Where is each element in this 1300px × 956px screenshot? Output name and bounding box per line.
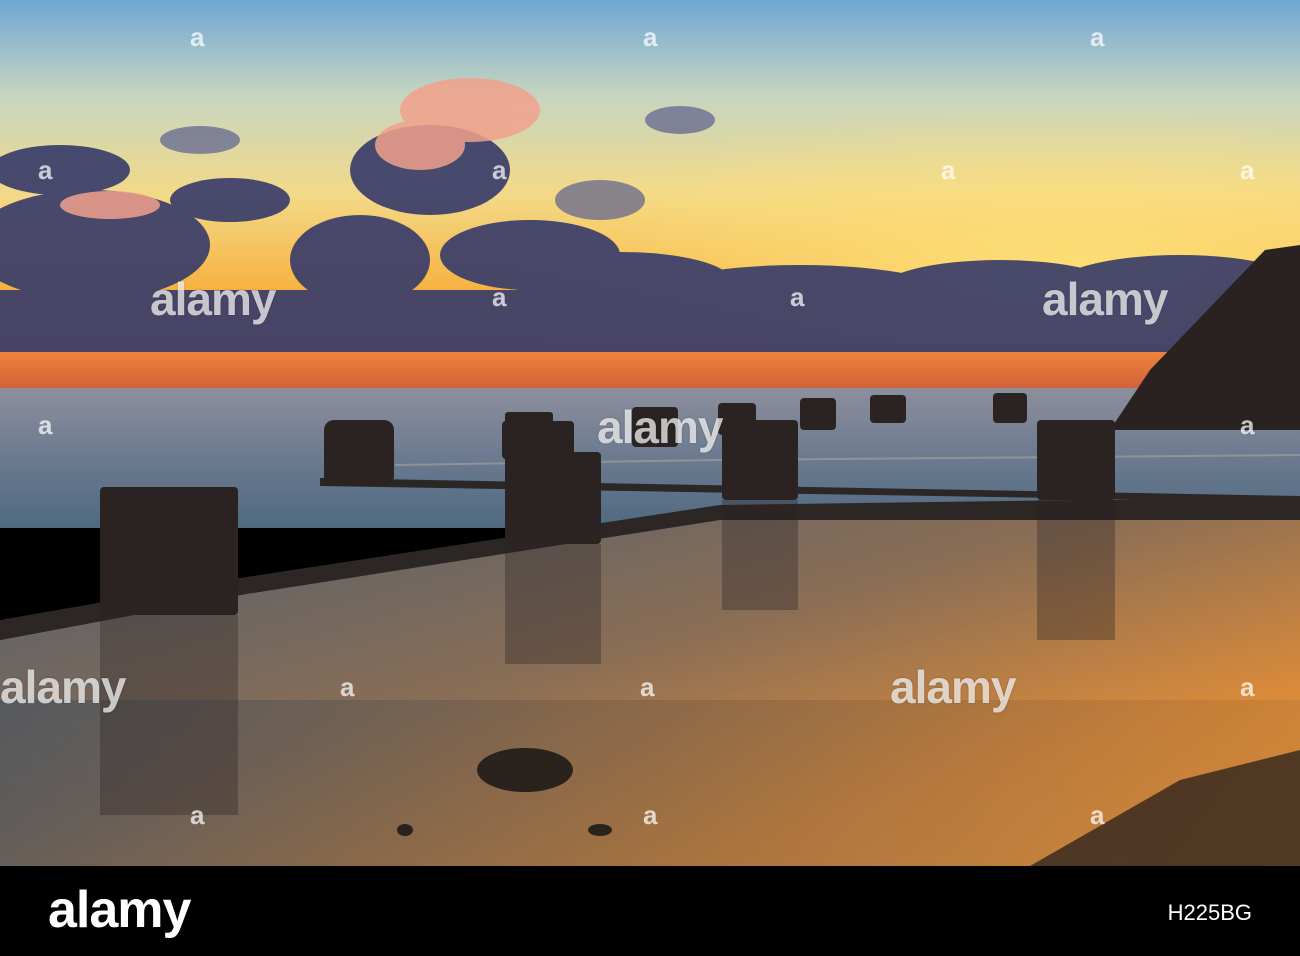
photo-stage: alamy alamy alamy alamy alamy a a a a a … bbox=[0, 0, 1300, 956]
image-id: H225BG bbox=[1167, 900, 1252, 925]
footer-logo: alamy bbox=[48, 881, 191, 939]
footer-bar: alamy H225BG bbox=[0, 866, 1300, 956]
sunrise-rock-pool-photo bbox=[0, 0, 1300, 866]
